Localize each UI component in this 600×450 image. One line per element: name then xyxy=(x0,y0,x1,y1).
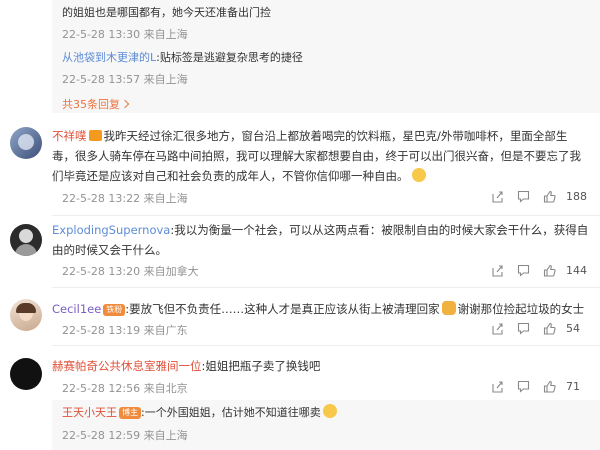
comment-time: 22-5-28 13:20 来自加拿大 xyxy=(62,265,199,278)
divider xyxy=(52,287,600,288)
reply-text: :一个外国姐姐，估计她不知道往哪卖 xyxy=(141,406,321,419)
comment-author[interactable]: ExplodingSupernova xyxy=(52,223,170,237)
comment-actions: 54 xyxy=(484,320,588,336)
comment-icon[interactable] xyxy=(510,378,536,394)
comment-author[interactable]: 赫赛帕奇公共休息室雅间一位 xyxy=(52,359,202,373)
comment-actions: 188 xyxy=(484,188,588,204)
comment-text: 谢谢那位捡起垃圾的女士 xyxy=(457,302,585,316)
reply-text: 的姐姐也是哪国都有，她今天还准备出门捡 xyxy=(62,6,271,19)
comment-icon[interactable] xyxy=(510,188,536,204)
comment-body: Cecil1ee 铁粉:要放飞但不负责任……这种人才是真正应该从街上被清理回家 谢谢… xyxy=(52,299,592,319)
comment-text: :要放飞但不负责任……这种人才是真正应该从街上被清理回家 xyxy=(125,302,440,316)
reply-text: :贴标签是逃避复杂思考的捷径 xyxy=(156,51,303,64)
avatar[interactable] xyxy=(10,299,42,331)
comment-author[interactable]: Cecil1ee xyxy=(52,302,101,316)
like-icon[interactable] xyxy=(536,188,562,204)
comment-text: :姐姐把瓶子卖了换钱吧 xyxy=(201,359,321,373)
reply-author[interactable]: 从池袋到木更津的L xyxy=(62,51,156,64)
comment-text: 我昨天经过徐汇很多地方，窗台沿上都放着喝完的饮料瓶，星巴克/外带咖啡杯，里面全部… xyxy=(103,129,568,143)
share-icon[interactable] xyxy=(484,378,510,394)
blogger-badge: 博主 xyxy=(119,407,141,419)
comment-author[interactable]: 不祥噗 xyxy=(52,129,87,143)
like-count: 71 xyxy=(566,379,580,393)
comment-body: ExplodingSupernova:我以为衡量一个社会，可以从这两点看：被限制… xyxy=(52,220,592,260)
like-icon[interactable] xyxy=(536,262,562,278)
like-icon[interactable] xyxy=(536,378,562,394)
chevron-right-icon xyxy=(120,99,130,109)
reply-item: 王天小天王 博主:一个外国姐姐，估计她不知道往哪卖 xyxy=(62,404,337,420)
comment-text: :我以为衡量一个社会，可以从这两点看：被限制自由的时候大家会干什么，获得自 xyxy=(170,223,589,237)
fan-badge: 铁粉 xyxy=(103,304,126,316)
comment-actions: 71 xyxy=(484,378,588,394)
share-icon[interactable] xyxy=(484,188,510,204)
comment-body: 赫赛帕奇公共休息室雅间一位:姐姐把瓶子卖了换钱吧 xyxy=(52,356,592,376)
avatar[interactable] xyxy=(10,358,42,390)
comment-actions: 144 xyxy=(484,262,588,278)
smile-emoji-icon xyxy=(411,168,426,182)
comment-icon[interactable] xyxy=(510,262,536,278)
divider xyxy=(52,345,600,346)
comment-time: 22-5-28 13:19 来自广东 xyxy=(62,324,188,337)
like-count: 54 xyxy=(566,321,580,335)
reply-time: 22-5-28 13:57 来自上海 xyxy=(62,73,188,86)
reply-time: 22-5-28 13:30 来自上海 xyxy=(62,28,188,41)
comment-text: 毒，很多人骑车停在马路中间拍照，我可以理解大家都想要自由，终于可以出门很兴奋，但… xyxy=(52,149,581,163)
more-replies-link[interactable]: 共35条回复 xyxy=(62,96,130,112)
comment-time: 22-5-28 13:22 来自上海 xyxy=(62,192,188,205)
share-icon[interactable] xyxy=(484,320,510,336)
like-icon[interactable] xyxy=(536,320,562,336)
comment-body: 不祥噗 我昨天经过徐汇很多地方，窗台沿上都放着喝完的饮料瓶，星巴克/外带咖啡杯，里… xyxy=(52,126,592,186)
comment-time: 22-5-28 12:56 来自北京 xyxy=(62,382,188,395)
share-icon[interactable] xyxy=(484,262,510,278)
like-count: 188 xyxy=(566,189,587,203)
divider xyxy=(52,215,600,216)
laugh-emoji-icon xyxy=(322,404,337,418)
comment-text: 由的时候又会干什么。 xyxy=(52,243,167,257)
reply-author[interactable]: 王天小天王 xyxy=(62,406,117,419)
comment-icon[interactable] xyxy=(510,320,536,336)
avatar[interactable] xyxy=(10,224,42,256)
crown-badge-icon xyxy=(88,130,102,141)
avatar[interactable] xyxy=(10,127,42,159)
pray-emoji-icon xyxy=(441,301,456,315)
reply-time: 22-5-28 12:59 来自上海 xyxy=(62,429,188,442)
like-count: 144 xyxy=(566,263,587,277)
comment-text: 们毕竟还是应该对自己和社会负责的成年人，不管你信仰哪一种自由。 xyxy=(52,169,409,183)
reply-item: 从池袋到木更津的L:贴标签是逃避复杂思考的捷径 xyxy=(62,49,303,65)
